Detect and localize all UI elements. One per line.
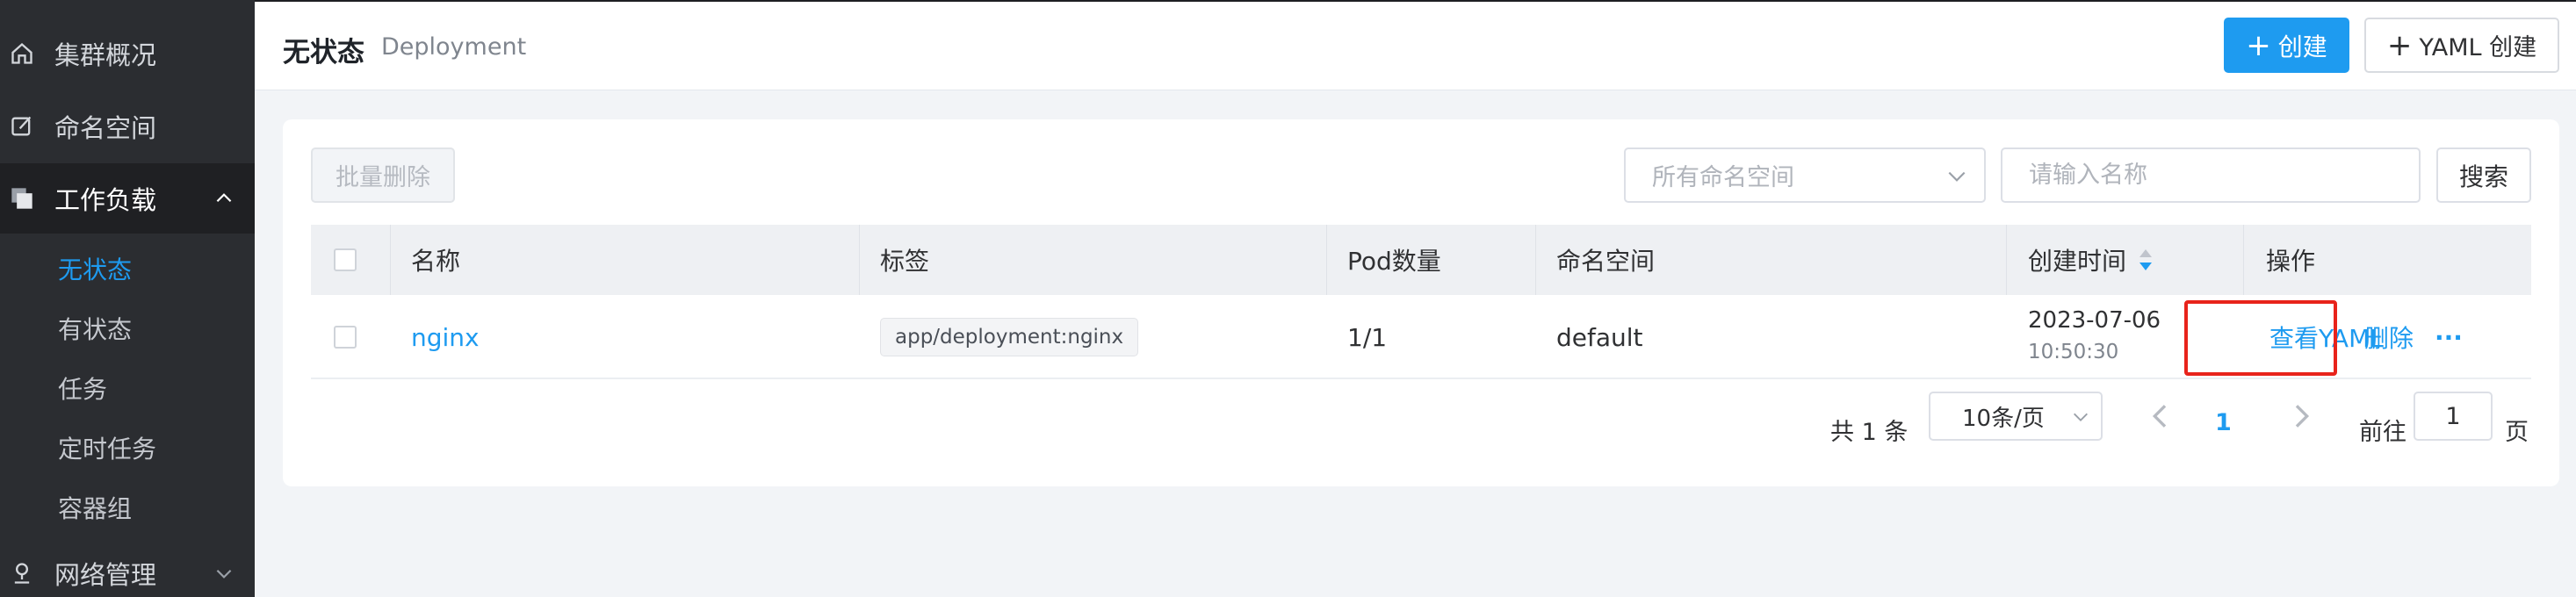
current-page-number[interactable]: 1 <box>2215 409 2232 436</box>
chevron-down-icon <box>216 569 232 579</box>
column-divider <box>1326 225 1327 295</box>
page-suffix: 页 <box>2505 419 2529 446</box>
column-divider <box>1535 225 1536 295</box>
page-subtitle: Deployment <box>381 33 527 61</box>
column-header-pods: Pod数量 <box>1347 247 1441 276</box>
sort-icon[interactable] <box>2137 248 2154 272</box>
column-divider <box>859 225 860 295</box>
page-size-select[interactable]: 10条/页 <box>1929 392 2103 441</box>
goto-page-input[interactable]: 1 <box>2414 392 2493 441</box>
label-cell: app/deployment:nginx <box>880 295 1139 379</box>
prev-page-icon[interactable] <box>2143 399 2178 434</box>
yaml-create-button-label: YAML 创建 <box>2419 34 2537 61</box>
created-time: 10:50:30 <box>2028 341 2119 363</box>
sidebar-sub-pods[interactable]: 容器组 <box>58 490 132 525</box>
column-divider <box>390 225 391 295</box>
sidebar-item-label: 网络管理 <box>54 560 157 590</box>
chevron-down-icon <box>1948 171 1966 182</box>
sidebar-sub-deployment[interactable]: 无状态 <box>58 251 132 286</box>
sidebar-item-namespaces[interactable]: 命名空间 <box>0 106 255 147</box>
layers-icon <box>9 185 35 212</box>
page-header: 无状态 Deployment + 创建 + YAML 创建 <box>255 2 2576 90</box>
column-header-created-label: 创建时间 <box>2028 247 2127 276</box>
plus-icon: + <box>2386 27 2413 63</box>
pagination-total: 共 1 条 <box>1830 419 1909 446</box>
column-header-actions: 操作 <box>2266 247 2316 276</box>
chevron-down-icon <box>2074 413 2088 421</box>
edit-square-icon <box>9 113 35 140</box>
plus-icon: + <box>2246 27 2271 63</box>
sidebar-sub-cronjob[interactable]: 定时任务 <box>58 430 156 465</box>
highlight-annotation <box>2184 300 2337 376</box>
column-header-name: 名称 <box>411 247 461 276</box>
namespace-select[interactable]: 所有命名空间 <box>1624 147 1986 203</box>
column-divider <box>2006 225 2007 295</box>
create-button[interactable]: + 创建 <box>2224 18 2349 73</box>
page-title: 无状态 <box>283 37 364 68</box>
batch-delete-button[interactable]: 批量删除 <box>311 147 455 203</box>
create-button-label: 创建 <box>2277 32 2327 61</box>
name-search-input[interactable] <box>2001 147 2421 203</box>
namespace-cell: default <box>1556 322 1643 352</box>
deployment-name-link[interactable]: nginx <box>411 295 480 379</box>
chevron-up-icon <box>216 193 232 203</box>
sidebar: 集群概况 命名空间 工作负载 无状态 有状态 任务 定时任务 容器组 网络管理 <box>0 0 255 597</box>
column-header-created[interactable]: 创建时间 <box>2028 225 2154 295</box>
more-actions-icon[interactable]: ··· <box>2435 295 2463 379</box>
label-tag: app/deployment:nginx <box>880 318 1139 356</box>
pod-count: 1/1 <box>1347 322 1388 352</box>
column-header-labels: 标签 <box>880 247 930 276</box>
table-header: 名称 标签 Pod数量 命名空间 创建时间 操作 <box>311 225 2531 295</box>
select-all-checkbox[interactable] <box>334 248 357 271</box>
sidebar-item-label: 命名空间 <box>54 113 157 143</box>
sidebar-sub-statefulset[interactable]: 有状态 <box>58 311 132 346</box>
delete-link[interactable]: 删除 <box>2364 295 2414 379</box>
next-page-icon[interactable] <box>2284 399 2319 434</box>
sidebar-sub-job[interactable]: 任务 <box>58 370 107 406</box>
yaml-create-button[interactable]: + YAML 创建 <box>2364 18 2559 73</box>
column-divider <box>2243 225 2244 295</box>
search-button[interactable]: 搜索 <box>2436 147 2531 203</box>
row-checkbox[interactable] <box>334 326 357 349</box>
created-date: 2023-07-06 <box>2028 307 2161 334</box>
home-icon <box>9 40 35 67</box>
network-icon <box>9 560 35 586</box>
namespace-select-placeholder: 所有命名空间 <box>1652 164 1794 191</box>
sidebar-item-network[interactable]: 网络管理 <box>0 553 255 593</box>
goto-label: 前往 <box>2359 419 2406 446</box>
page-size-value: 10条/页 <box>1962 405 2045 432</box>
sidebar-item-label: 工作负载 <box>54 185 157 215</box>
sidebar-item-workloads[interactable]: 工作负载 <box>0 163 255 234</box>
column-header-namespace: 命名空间 <box>1556 247 1656 276</box>
sidebar-item-cluster-overview[interactable]: 集群概况 <box>0 33 255 74</box>
sidebar-item-label: 集群概况 <box>54 40 157 70</box>
